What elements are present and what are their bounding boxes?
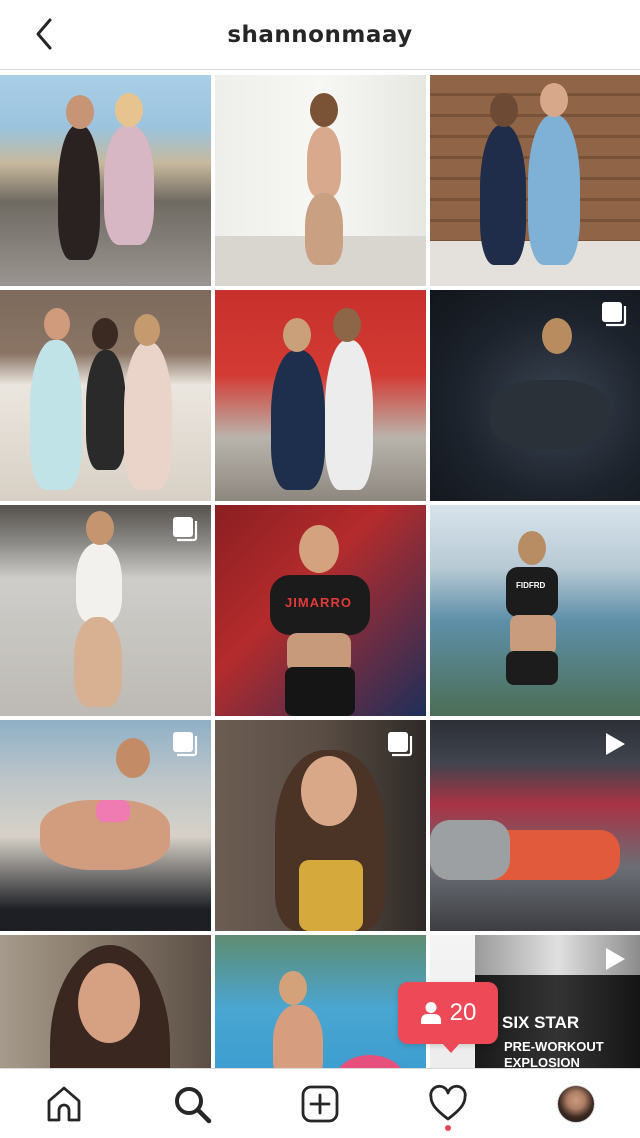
carousel-icon bbox=[388, 732, 413, 757]
video-icon bbox=[606, 948, 625, 970]
post-tile-9[interactable]: FIDFRD bbox=[430, 505, 640, 716]
avatar bbox=[557, 1084, 595, 1123]
sports-top-text: FIDFRD bbox=[516, 581, 546, 590]
post-tile-1[interactable] bbox=[0, 75, 211, 286]
chevron-left-icon bbox=[36, 18, 52, 50]
post-tile-11[interactable] bbox=[215, 720, 426, 931]
post-tile-2[interactable] bbox=[215, 75, 426, 286]
nav-profile-button[interactable] bbox=[546, 1074, 606, 1134]
jersey-text: JIMARRO bbox=[285, 595, 352, 610]
notification-dot bbox=[445, 1124, 451, 1131]
post-tile-10[interactable] bbox=[0, 720, 211, 931]
carousel-icon bbox=[173, 517, 198, 542]
video-icon bbox=[606, 733, 625, 755]
nav-search-button[interactable] bbox=[162, 1074, 222, 1134]
follower-count: 20 bbox=[449, 999, 477, 1026]
post-tile-5[interactable] bbox=[215, 290, 426, 501]
carousel-icon bbox=[602, 302, 627, 327]
post-tile-14[interactable] bbox=[215, 935, 426, 1068]
home-icon bbox=[47, 1086, 81, 1121]
top-header: shannonmaay bbox=[0, 0, 640, 70]
person-icon bbox=[420, 1002, 441, 1024]
nav-create-button[interactable] bbox=[290, 1074, 350, 1134]
post-tile-4[interactable] bbox=[0, 290, 211, 501]
heart-icon bbox=[429, 1084, 467, 1120]
posts-grid: JIMARRO FIDFRD SIX STAR PRE-WORKOUT EXPL… bbox=[0, 75, 640, 1068]
plus-square-icon bbox=[301, 1085, 339, 1122]
follower-notification-badge[interactable]: 20 bbox=[398, 982, 498, 1053]
product-name-text: PRE-WORKOUT EXPLOSION bbox=[504, 1039, 604, 1068]
nav-home-button[interactable] bbox=[34, 1074, 94, 1134]
post-tile-7[interactable] bbox=[0, 505, 211, 716]
search-icon bbox=[175, 1086, 212, 1123]
post-tile-12[interactable] bbox=[430, 720, 640, 931]
post-tile-6[interactable] bbox=[430, 290, 640, 501]
post-tile-13[interactable] bbox=[0, 935, 211, 1068]
post-tile-3[interactable] bbox=[430, 75, 640, 286]
bottom-navigation bbox=[0, 1068, 640, 1138]
back-button[interactable] bbox=[26, 16, 62, 52]
post-tile-8[interactable]: JIMARRO bbox=[215, 505, 426, 716]
page-title: shannonmaay bbox=[227, 21, 413, 48]
product-brand-text: SIX STAR bbox=[502, 1013, 580, 1032]
nav-activity-button[interactable] bbox=[418, 1074, 478, 1134]
carousel-icon bbox=[173, 732, 198, 757]
